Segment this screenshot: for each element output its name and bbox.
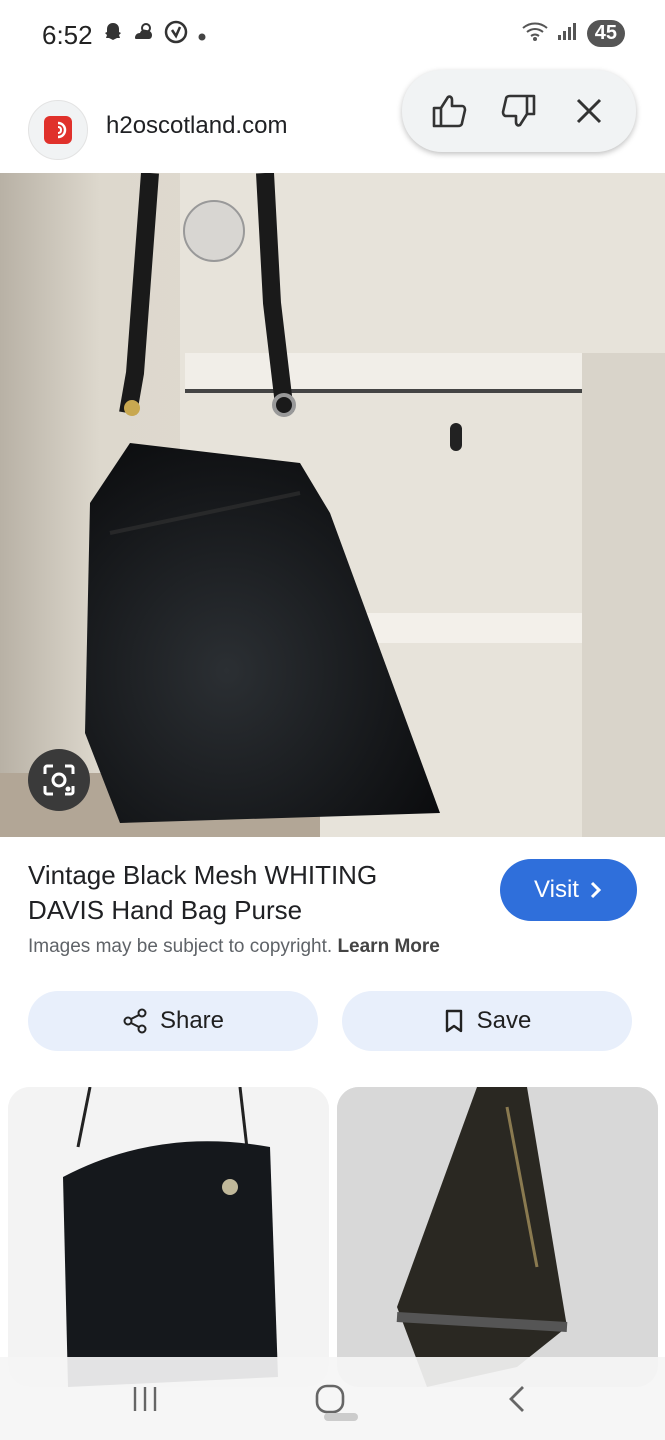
chevron-right-icon (590, 881, 602, 899)
bookmark-icon (445, 1009, 462, 1033)
home-icon (315, 1384, 345, 1414)
feedback-pill (402, 70, 636, 152)
signal-icon (557, 21, 579, 46)
thumbs-up-button[interactable] (421, 83, 477, 139)
status-notification-icons (102, 20, 208, 52)
visit-label: Visit (534, 876, 579, 903)
battery-indicator: 45 (586, 20, 625, 47)
gesture-handle (324, 1413, 358, 1421)
related-image-thumbnail[interactable] (337, 1087, 658, 1387)
status-bar: 6:52 45 (0, 0, 665, 72)
site-favicon[interactable] (28, 100, 88, 160)
site-domain[interactable]: h2oscotland.com (106, 112, 287, 140)
visit-button[interactable]: Visit (500, 859, 637, 921)
recent-apps-button[interactable] (128, 1379, 162, 1419)
system-navigation-bar (0, 1357, 665, 1440)
wifi-icon (521, 20, 549, 47)
result-header: h2oscotland.com (0, 70, 665, 172)
main-product-image[interactable] (0, 173, 665, 837)
snapchat-icon (102, 21, 124, 51)
share-icon (123, 1008, 147, 1034)
dot-icon (196, 21, 208, 51)
back-button[interactable] (502, 1379, 532, 1419)
result-title[interactable]: Vintage Black Mesh WHITING DAVIS Hand Ba… (28, 858, 448, 928)
thumbs-down-icon (501, 94, 536, 127)
favicon-icon (44, 116, 72, 144)
copyright-notice: Images may be subject to copyright. Lear… (28, 936, 440, 958)
thumbs-down-button[interactable] (491, 83, 547, 139)
thumbs-up-icon (432, 95, 467, 128)
google-lens-button[interactable] (28, 749, 90, 811)
save-label: Save (476, 1007, 532, 1034)
status-time: 6:52 (42, 20, 93, 50)
close-button[interactable] (561, 83, 617, 139)
status-system-icons: 45 (521, 20, 625, 47)
close-icon (576, 98, 602, 124)
recents-icon (133, 1387, 157, 1411)
related-image-thumbnail[interactable] (8, 1087, 329, 1387)
vpn-icon (164, 20, 188, 52)
learn-more-link[interactable]: Learn More (337, 936, 439, 957)
save-button[interactable]: Save (342, 991, 632, 1051)
lens-icon (43, 764, 75, 796)
copyright-text: Images may be subject to copyright. (28, 936, 333, 957)
share-button[interactable]: Share (28, 991, 318, 1051)
share-label: Share (159, 1007, 225, 1034)
weather-icon (132, 21, 156, 51)
back-icon (509, 1386, 524, 1412)
